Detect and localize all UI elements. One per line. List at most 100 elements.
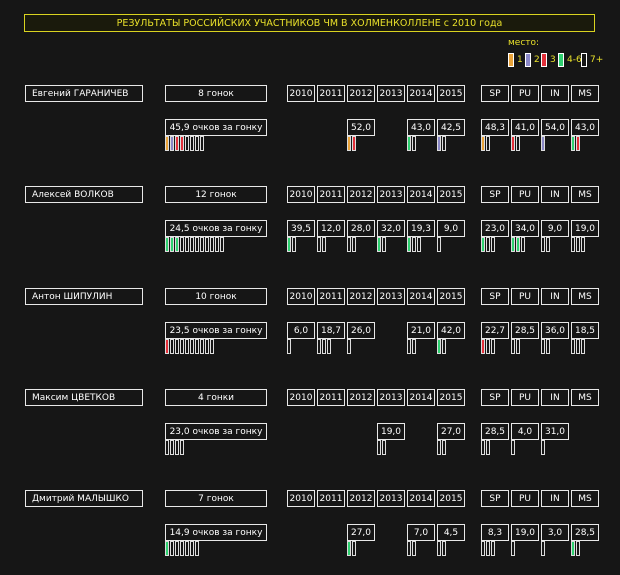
discipline-header: IN xyxy=(541,490,569,507)
discipline-header: SP xyxy=(481,389,509,406)
year-header: 2014 xyxy=(407,85,435,102)
result-mark xyxy=(220,237,224,252)
year-header: 2013 xyxy=(377,186,405,203)
year-results xyxy=(347,541,357,556)
year-results xyxy=(407,541,417,556)
athlete-name: Дмитрий МАЛЫШКО xyxy=(25,490,143,507)
athlete-name: Максим ЦВЕТКОВ xyxy=(25,389,143,406)
points-per-race: 23,0 очков за гонку xyxy=(165,423,267,440)
result-mark xyxy=(412,541,416,556)
result-mark xyxy=(180,339,184,354)
discipline-results xyxy=(541,440,546,455)
discipline-results xyxy=(571,339,586,354)
discipline-points: 31,0 xyxy=(541,423,569,440)
year-points: 27,0 xyxy=(347,524,375,541)
year-header: 2010 xyxy=(287,389,315,406)
points-per-race: 45,9 очков за гонку xyxy=(165,119,267,136)
year-results xyxy=(407,339,417,354)
legend-label: 4-6 xyxy=(567,55,582,65)
result-mark xyxy=(486,339,490,354)
year-header: 2011 xyxy=(317,389,345,406)
result-mark xyxy=(581,237,585,252)
discipline-header: IN xyxy=(541,288,569,305)
result-mark xyxy=(180,136,184,151)
year-header: 2013 xyxy=(377,490,405,507)
result-mark xyxy=(481,541,485,556)
discipline-header: SP xyxy=(481,85,509,102)
year-results xyxy=(437,541,447,556)
result-mark xyxy=(215,237,219,252)
overall-results xyxy=(165,339,215,354)
discipline-header: MS xyxy=(571,389,599,406)
result-mark xyxy=(486,541,490,556)
year-results xyxy=(407,237,422,252)
race-count: 12 гонок xyxy=(165,186,267,203)
year-points: 4,5 xyxy=(437,524,465,541)
legend-label: 2 xyxy=(534,55,540,65)
discipline-points: 19,0 xyxy=(511,524,539,541)
year-points: 42,0 xyxy=(437,322,465,339)
race-count: 7 гонок xyxy=(165,490,267,507)
year-points: 39,5 xyxy=(287,220,315,237)
points-per-race: 14,9 очков за гонку xyxy=(165,524,267,541)
year-points: 43,0 xyxy=(407,119,435,136)
result-mark xyxy=(541,339,545,354)
result-mark xyxy=(322,237,326,252)
year-results xyxy=(407,136,417,151)
discipline-header: MS xyxy=(571,288,599,305)
discipline-results xyxy=(571,136,581,151)
result-mark xyxy=(185,237,189,252)
discipline-points: 18,5 xyxy=(571,322,599,339)
year-header: 2014 xyxy=(407,389,435,406)
year-header: 2015 xyxy=(437,490,465,507)
result-mark xyxy=(412,237,416,252)
discipline-points: 28,5 xyxy=(571,524,599,541)
result-mark xyxy=(175,339,179,354)
year-header: 2012 xyxy=(347,490,375,507)
year-header: 2013 xyxy=(377,389,405,406)
result-mark xyxy=(581,339,585,354)
result-mark xyxy=(491,541,495,556)
discipline-points: 28,5 xyxy=(511,322,539,339)
year-header: 2011 xyxy=(317,288,345,305)
discipline-results xyxy=(541,541,546,556)
result-mark xyxy=(382,440,386,455)
result-mark xyxy=(165,339,169,354)
discipline-header: IN xyxy=(541,389,569,406)
legend-label: 1 xyxy=(517,55,523,65)
result-mark xyxy=(352,541,356,556)
athlete-name: Алексей ВОЛКОВ xyxy=(25,186,143,203)
year-header: 2015 xyxy=(437,389,465,406)
result-mark xyxy=(205,339,209,354)
legend-item: 2 xyxy=(525,53,540,67)
result-mark xyxy=(170,339,174,354)
result-mark xyxy=(541,541,545,556)
year-header: 2011 xyxy=(317,85,345,102)
discipline-results xyxy=(481,541,496,556)
result-mark xyxy=(347,541,351,556)
discipline-results xyxy=(511,440,516,455)
discipline-header: MS xyxy=(571,85,599,102)
discipline-results xyxy=(511,541,516,556)
discipline-header: PU xyxy=(511,85,539,102)
chart-title: РЕЗУЛЬТАТЫ РОССИЙСКИХ УЧАСТНИКОВ ЧМ В ХО… xyxy=(24,14,595,32)
result-mark xyxy=(576,339,580,354)
result-mark xyxy=(437,440,441,455)
year-points: 21,0 xyxy=(407,322,435,339)
result-mark xyxy=(175,136,179,151)
result-mark xyxy=(180,237,184,252)
overall-results xyxy=(165,541,200,556)
year-header: 2012 xyxy=(347,288,375,305)
discipline-points: 28,5 xyxy=(481,423,509,440)
result-mark xyxy=(190,136,194,151)
overall-results xyxy=(165,440,185,455)
result-mark xyxy=(481,339,485,354)
year-header: 2012 xyxy=(347,85,375,102)
result-mark xyxy=(205,237,209,252)
year-points: 27,0 xyxy=(437,423,465,440)
year-points: 19,3 xyxy=(407,220,435,237)
year-results xyxy=(437,136,447,151)
result-mark xyxy=(377,440,381,455)
result-mark xyxy=(347,237,351,252)
result-mark xyxy=(185,136,189,151)
